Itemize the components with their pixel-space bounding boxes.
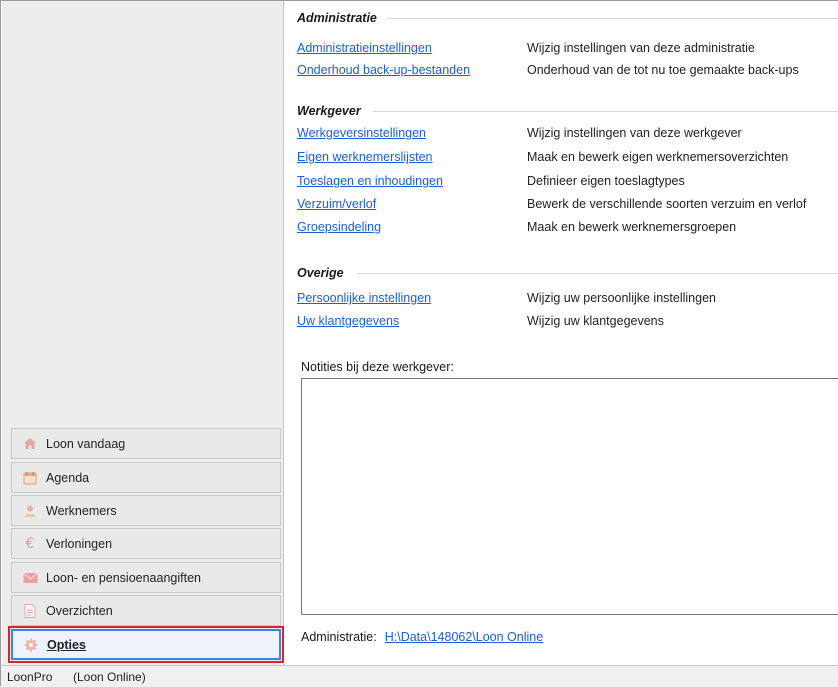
divider [387,18,838,19]
gear-icon [23,637,39,653]
group-title: Werkgever [297,104,361,118]
link-eigen-werknemerslijsten[interactable]: Eigen werknemerslijsten [297,150,432,164]
row-description: Maak en bewerk eigen werknemersoverzicht… [527,150,789,164]
divider [357,273,838,274]
list-item: Administratieinstellingen Wijzig instell… [297,38,838,58]
list-item: Uw klantgegevens Wijzig uw klantgegevens [297,311,838,331]
list-item: Persoonlijke instellingen Wijzig uw pers… [297,288,838,308]
row-description: Definieer eigen toeslagtypes [527,174,685,188]
sidebar-item-label: Verloningen [46,536,113,551]
row-description: Wijzig uw klantgegevens [527,314,664,328]
sidebar: Loon vandaag Agenda Werknemers € Verloni… [2,1,284,665]
group-title: Overige [297,266,344,280]
sidebar-item-verloningen[interactable]: € Verloningen [11,528,281,559]
notes-textarea[interactable] [301,378,838,615]
link-onderhoud-back-up-bestanden[interactable]: Onderhoud back-up-bestanden [297,63,470,77]
sidebar-item-opties[interactable]: Opties [8,626,284,663]
group-title: Administratie [297,11,377,25]
euro-icon: € [25,535,35,552]
list-item: Werkgeversinstellingen Wijzig instelling… [297,123,838,143]
administration-path-link[interactable]: H:\Data\148062\Loon Online [385,630,543,644]
sidebar-item-werknemers[interactable]: Werknemers [11,495,281,526]
row-description: Wijzig instellingen van deze administrat… [527,41,755,55]
envelope-icon [22,570,38,586]
link-toeslagen-en-inhoudingen[interactable]: Toeslagen en inhoudingen [297,174,443,188]
list-item: Toeslagen en inhoudingen Definieer eigen… [297,171,838,191]
link-groepsindeling[interactable]: Groepsindeling [297,220,381,234]
sidebar-item-agenda[interactable]: Agenda [11,462,281,493]
sidebar-item-label: Agenda [46,470,90,485]
row-description: Wijzig uw persoonlijke instellingen [527,291,716,305]
administration-path-row: Administratie: H:\Data\148062\Loon Onlin… [301,630,543,644]
row-description: Maak en bewerk werknemersgroepen [527,220,737,234]
sidebar-item-label: Loon vandaag [46,436,126,451]
calendar-icon [22,470,38,486]
app-window: Loon vandaag Agenda Werknemers € Verloni… [0,0,838,687]
status-app-name: LoonPro [7,669,53,684]
administration-label: Administratie: [301,630,377,644]
status-context: (Loon Online) [73,669,146,684]
divider [373,111,838,112]
link-uw-klantgegevens[interactable]: Uw klantgegevens [297,314,399,328]
list-item: Eigen werknemerslijsten Maak en bewerk e… [297,147,838,167]
notes-label: Notities bij deze werkgever: [301,360,454,374]
list-item: Groepsindeling Maak en bewerk werknemers… [297,217,838,237]
sidebar-item-label: Loon- en pensioenaangiften [46,570,201,585]
link-werkgeversinstellingen[interactable]: Werkgeversinstellingen [297,126,426,140]
sidebar-item-loon-vandaag[interactable]: Loon vandaag [11,428,281,459]
sidebar-item-overzichten[interactable]: Overzichten [11,595,281,626]
sidebar-item-loon-pensioenaangiften[interactable]: Loon- en pensioenaangiften [11,562,281,593]
sidebar-item-label: Overzichten [46,603,113,618]
link-administratieinstellingen[interactable]: Administratieinstellingen [297,41,432,55]
document-icon [22,603,38,619]
list-item: Onderhoud back-up-bestanden Onderhoud va… [297,60,838,80]
sidebar-item-label: Opties [47,637,86,652]
row-description: Wijzig instellingen van deze werkgever [527,126,742,140]
row-description: Onderhoud van de tot nu toe gemaakte bac… [527,63,799,77]
status-bar: LoonPro (Loon Online) [1,665,838,687]
link-verzuim-verlof[interactable]: Verzuim/verlof [297,197,376,211]
sidebar-item-label: Werknemers [46,503,117,518]
list-item: Verzuim/verlof Bewerk de verschillende s… [297,194,838,214]
link-persoonlijke-instellingen[interactable]: Persoonlijke instellingen [297,291,431,305]
home-icon [22,436,38,452]
person-icon [22,503,38,519]
options-panel: Administratie Administratieinstellingen … [285,1,838,665]
row-description: Bewerk de verschillende soorten verzuim … [527,197,807,211]
